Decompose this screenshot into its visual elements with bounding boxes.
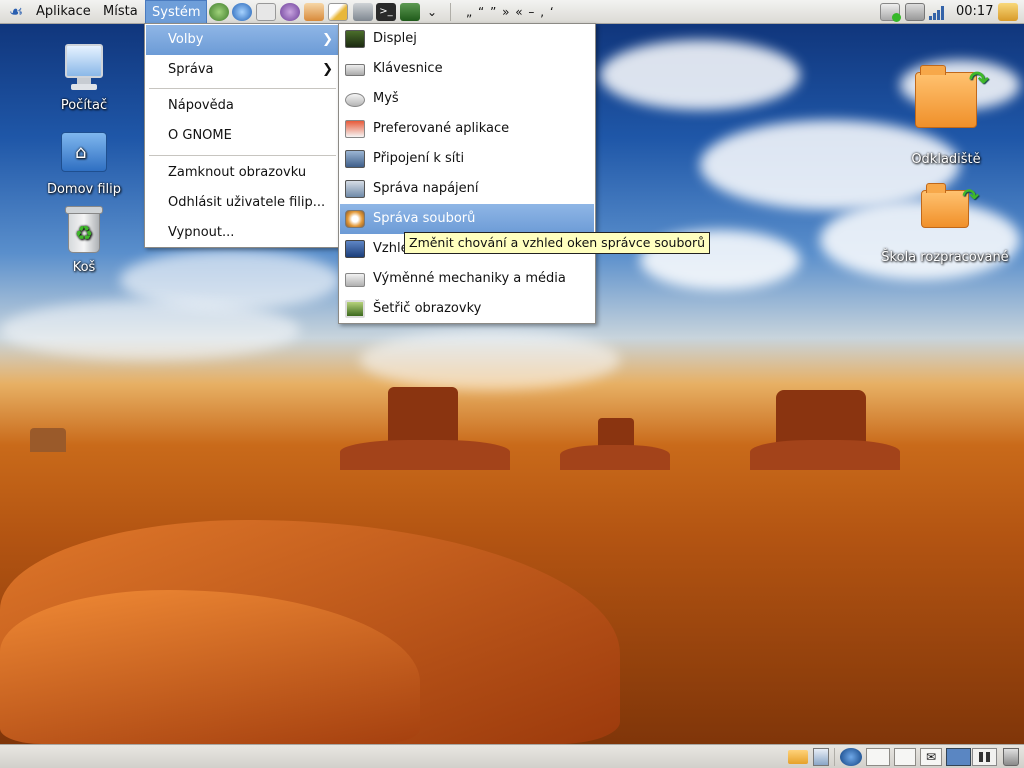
submenu-item-label: Připojení k síti bbox=[373, 151, 465, 166]
menu-separator bbox=[149, 88, 336, 89]
desktop-icon-kos[interactable]: ♻ Koš bbox=[36, 206, 132, 275]
workspace-1[interactable] bbox=[946, 748, 971, 766]
submenu-item-preferovane[interactable]: Preferované aplikace bbox=[340, 114, 594, 144]
display-icon bbox=[345, 30, 365, 48]
panel-separator bbox=[834, 748, 835, 766]
menu-mista[interactable]: Místa bbox=[97, 0, 144, 24]
trash-applet-icon[interactable] bbox=[1003, 748, 1019, 766]
submenu-item-vymenne[interactable]: Výměnné mechaniky a média bbox=[340, 264, 594, 294]
network-status-icon[interactable] bbox=[880, 3, 901, 22]
arrow-icon: ↷ bbox=[962, 184, 979, 208]
desktop-icon-label: Odkladiště bbox=[911, 152, 981, 167]
submenu-item-label: Správa souborů bbox=[373, 211, 476, 226]
folder-icon[interactable] bbox=[788, 750, 808, 764]
submenu-item-label: Šetřič obrazovky bbox=[373, 301, 482, 316]
battery-icon[interactable] bbox=[905, 3, 925, 21]
computer-icon bbox=[64, 44, 104, 94]
menu-item-zamknout[interactable]: Zamknout obrazovku bbox=[146, 158, 339, 188]
desktop-icon-label: Škola rozpracované bbox=[881, 250, 1009, 265]
folder-link-icon: ↷ bbox=[917, 183, 979, 246]
workspace-switcher[interactable] bbox=[946, 748, 998, 766]
panel-separator bbox=[450, 3, 451, 21]
menu-item-odhlasit[interactable]: Odhlásit uživatele filip... bbox=[146, 188, 339, 218]
desktop-icon-label: Počítač bbox=[60, 98, 108, 113]
trash-icon: ♻ bbox=[64, 206, 104, 256]
menu-item-o-gnome[interactable]: O GNOME bbox=[146, 121, 339, 151]
appearance-icon bbox=[345, 240, 365, 258]
desktop-icon-odkladiste[interactable]: ↷ Odkladiště bbox=[898, 56, 994, 167]
window-icon[interactable] bbox=[894, 748, 916, 766]
terminal-icon[interactable]: >_ bbox=[376, 3, 396, 21]
menu-aplikace[interactable]: Aplikace bbox=[30, 0, 97, 24]
calculator-icon[interactable] bbox=[353, 3, 373, 21]
globe-icon[interactable] bbox=[840, 748, 862, 766]
tooltip: Změnit chování a vzhled oken správce sou… bbox=[404, 232, 711, 254]
home-folder-icon: ⌂ bbox=[61, 132, 107, 178]
volby-submenu: Displej Klávesnice Myš Preferované aplik… bbox=[338, 23, 596, 324]
submenu-item-label: Preferované aplikace bbox=[373, 121, 510, 136]
submenu-item-setric[interactable]: Šetřič obrazovky bbox=[340, 294, 594, 324]
workspace-2[interactable] bbox=[972, 748, 997, 766]
power-icon bbox=[345, 180, 365, 198]
top-panel: ☙ Aplikace Místa Systém >_ ⌄ „ “ ” » « –… bbox=[0, 0, 1024, 24]
menu-item-label: Volby bbox=[168, 32, 204, 47]
trash-panel-icon[interactable] bbox=[998, 3, 1018, 21]
network-icon bbox=[345, 150, 365, 168]
submenu-item-label: Displej bbox=[373, 31, 417, 46]
mail-house-icon[interactable] bbox=[256, 3, 276, 21]
screensaver-icon bbox=[345, 300, 365, 318]
mail-icon[interactable]: ✉ bbox=[920, 748, 942, 766]
submenu-item-label: Výměnné mechaniky a média bbox=[373, 271, 566, 286]
image-viewer-icon[interactable] bbox=[304, 3, 324, 21]
menu-item-vypnout[interactable]: Vypnout... bbox=[146, 218, 339, 248]
preferred-apps-icon bbox=[345, 120, 365, 138]
desktop-icon-domov[interactable]: ⌂ Domov filip bbox=[36, 128, 132, 197]
keyboard-icon bbox=[345, 64, 365, 76]
desktop-icon-pocitac[interactable]: Počítač bbox=[36, 44, 132, 113]
submenu-item-pripojeni[interactable]: Připojení k síti bbox=[340, 144, 594, 174]
punctuation-applet[interactable]: „ “ ” » « – , ‘ bbox=[466, 0, 555, 24]
menu-item-napoveda[interactable]: Nápověda bbox=[146, 91, 339, 121]
mouse-icon bbox=[345, 93, 365, 107]
submenu-item-label: Klávesnice bbox=[373, 61, 443, 76]
menu-item-sprava[interactable]: Správa ❯ bbox=[146, 55, 339, 85]
clipboard-icon[interactable] bbox=[813, 748, 829, 766]
file-manager-icon bbox=[345, 210, 365, 228]
menu-item-volby[interactable]: Volby ❯ bbox=[146, 25, 339, 55]
submenu-item-displej[interactable]: Displej bbox=[340, 24, 594, 54]
submenu-item-label: Správa napájení bbox=[373, 181, 479, 196]
menu-separator bbox=[149, 155, 336, 156]
pidgin-icon[interactable] bbox=[280, 3, 300, 21]
menu-system[interactable]: Systém bbox=[145, 0, 207, 24]
signal-strength-icon[interactable] bbox=[929, 5, 947, 20]
folder-link-icon: ↷ bbox=[911, 65, 989, 148]
system-monitor-icon[interactable] bbox=[400, 3, 420, 21]
chevron-right-icon: ❯ bbox=[322, 62, 333, 77]
menu-item-label: Správa bbox=[168, 62, 214, 77]
bottom-panel: ✉ bbox=[0, 744, 1024, 768]
browser-globe-icon[interactable] bbox=[232, 3, 252, 21]
submenu-item-klavesnice[interactable]: Klávesnice bbox=[340, 54, 594, 84]
network-launcher-icon[interactable] bbox=[209, 3, 229, 21]
removable-drive-icon bbox=[345, 273, 365, 287]
desktop-icon-label: Domov filip bbox=[46, 182, 122, 197]
chevron-down-icon[interactable]: ⌄ bbox=[427, 2, 437, 22]
chevron-right-icon: ❯ bbox=[322, 32, 333, 47]
desktop-icon-skola[interactable]: ↷ Škola rozpracované bbox=[870, 174, 1020, 265]
submenu-item-napajeni[interactable]: Správa napájení bbox=[340, 174, 594, 204]
system-menu: Volby ❯ Správa ❯ Nápověda O GNOME Zamkno… bbox=[144, 23, 341, 248]
submenu-item-sprava-souboru[interactable]: Správa souborů bbox=[340, 204, 594, 234]
window-icon[interactable] bbox=[866, 748, 890, 766]
gnome-foot-icon[interactable]: ☙ bbox=[5, 3, 27, 21]
submenu-item-label: Myš bbox=[373, 91, 399, 106]
clock[interactable]: 00:17 bbox=[950, 0, 999, 24]
submenu-item-mys[interactable]: Myš bbox=[340, 84, 594, 114]
desktop-icon-label: Koš bbox=[72, 260, 96, 275]
arrow-icon: ↷ bbox=[968, 66, 989, 94]
text-editor-icon[interactable] bbox=[328, 3, 348, 21]
